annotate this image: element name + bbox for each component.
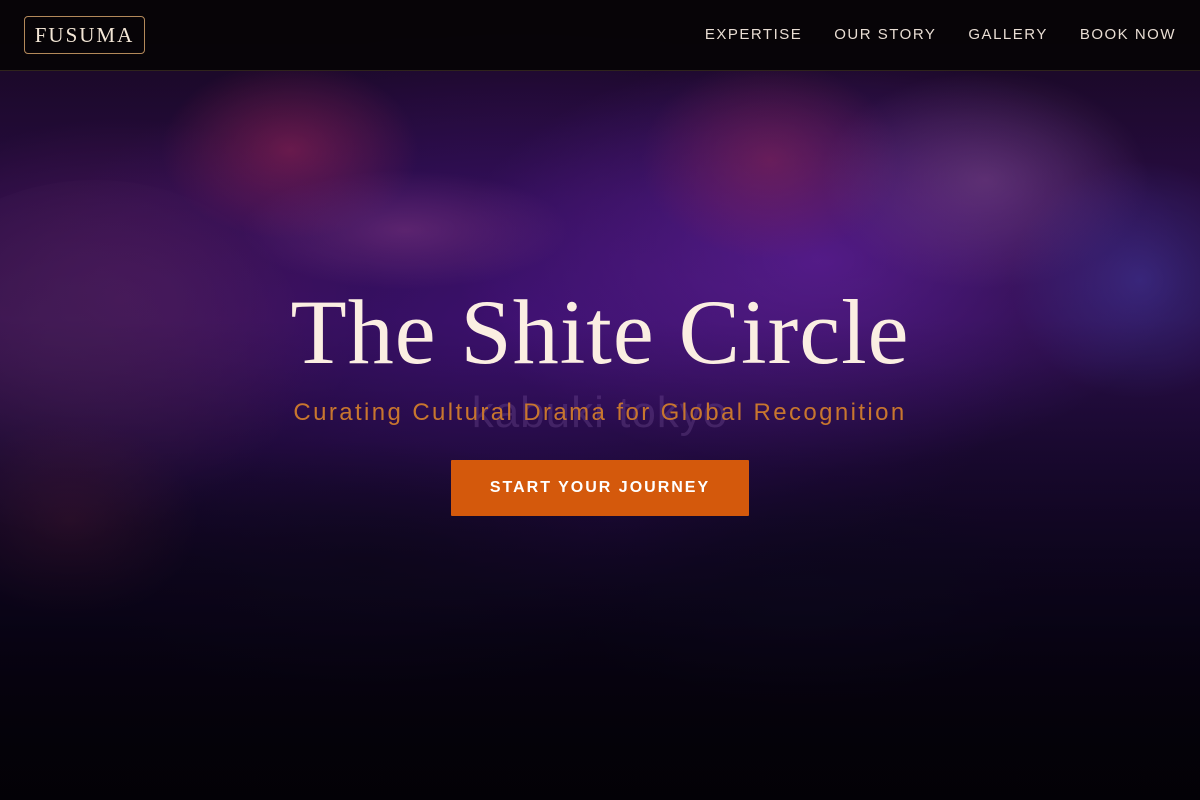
hero-subtitle-wrapper: kabuki tokyo Curating Cultural Drama for…	[0, 390, 1200, 436]
hero-subtitle: Curating Cultural Drama for Global Recog…	[293, 399, 907, 426]
top-navigation: FUSUMA EXPERTISE OUR STORY GALLERY BOOK …	[0, 0, 1200, 71]
hero-title: The Shite Circle	[290, 281, 910, 383]
nav-link-gallery[interactable]: GALLERY	[968, 24, 1047, 46]
nav-links: EXPERTISE OUR STORY GALLERY BOOK NOW	[705, 24, 1176, 46]
nav-link-expertise[interactable]: EXPERTISE	[705, 24, 802, 46]
fusuma-logo[interactable]: FUSUMA	[24, 16, 145, 54]
start-journey-button[interactable]: START YOUR JOURNEY	[451, 460, 749, 516]
nav-link-book-now[interactable]: BOOK NOW	[1080, 24, 1176, 46]
nav-link-our-story[interactable]: OUR STORY	[834, 24, 936, 46]
hero-section: The Shite Circle kabuki tokyo Curating C…	[0, 280, 1200, 516]
